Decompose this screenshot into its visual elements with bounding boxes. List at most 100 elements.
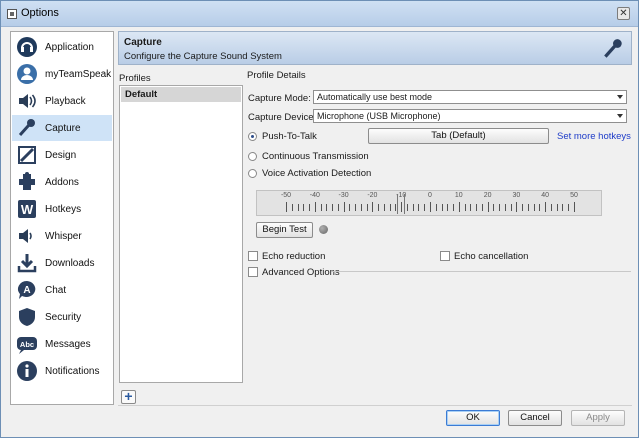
section-title: Capture <box>124 37 162 48</box>
slider-thumb[interactable] <box>397 194 406 214</box>
slider-tick <box>344 202 345 212</box>
echo-reduction-checkbox[interactable] <box>248 251 258 261</box>
section-header: Capture Configure the Capture Sound Syst… <box>118 31 632 65</box>
slider-tick <box>522 204 523 211</box>
voice-activation-radio[interactable] <box>248 169 257 178</box>
slider-tick-label: 10 <box>454 192 463 199</box>
push-to-talk-radio[interactable] <box>248 132 257 141</box>
slider-tick <box>557 204 558 211</box>
user-icon <box>15 62 39 86</box>
profiles-label: Profiles <box>119 73 151 84</box>
options-window: Options ✕ Application myTeamSpeak Playba… <box>0 0 639 438</box>
sidebar-item-hotkeys[interactable]: W Hotkeys <box>12 196 112 222</box>
set-more-hotkeys-link[interactable]: Set more hotkeys <box>557 131 631 142</box>
apply-button[interactable]: Apply <box>571 410 625 426</box>
slider-tick <box>516 202 517 212</box>
sidebar-item-label: myTeamSpeak <box>45 68 112 80</box>
window-title: Options <box>21 7 59 19</box>
slider-tick <box>453 204 454 211</box>
sidebar-item-security[interactable]: Security <box>12 304 112 330</box>
slider-tick <box>338 204 339 211</box>
sidebar-item-playback[interactable]: Playback <box>12 88 112 114</box>
slider-tick <box>286 202 287 212</box>
slider-tick <box>534 204 535 211</box>
test-status-indicator <box>319 225 328 234</box>
headset-icon <box>15 35 39 59</box>
continuous-transmission-label: Continuous Transmission <box>262 151 369 162</box>
echo-reduction-label: Echo reduction <box>262 251 326 262</box>
slider-tick-label: 50 <box>570 192 578 199</box>
design-icon <box>15 143 39 167</box>
sidebar: Application myTeamSpeak Playback Capture… <box>10 31 114 405</box>
capture-mode-label: Capture Mode: <box>248 93 311 104</box>
capture-device-select[interactable]: Microphone (USB Microphone) <box>313 109 627 123</box>
slider-tick <box>459 202 460 212</box>
slider-tick <box>367 204 368 211</box>
slider-tick <box>488 202 489 212</box>
slider-tick <box>390 204 391 211</box>
sidebar-item-label: Notifications <box>45 365 100 377</box>
sidebar-item-myteamspeak[interactable]: myTeamSpeak <box>12 61 112 87</box>
title-bar[interactable]: Options ✕ <box>1 1 638 27</box>
continuous-transmission-radio[interactable] <box>248 152 257 161</box>
slider-tick <box>378 204 379 211</box>
advanced-options-label: Advanced Options <box>262 267 340 278</box>
slider-tick <box>395 204 396 211</box>
push-to-talk-label: Push-To-Talk <box>262 131 317 142</box>
slider-tick <box>476 204 477 211</box>
sidebar-item-label: Playback <box>45 95 86 107</box>
chat-icon: A <box>15 278 39 302</box>
slider-tick <box>384 204 385 211</box>
hotkey-button[interactable]: Tab (Default) <box>368 128 549 144</box>
puzzle-icon <box>15 170 39 194</box>
ok-button[interactable]: OK <box>446 410 500 426</box>
slider-tick <box>430 202 431 212</box>
slider-tick-label: -20 <box>367 192 378 199</box>
sidebar-item-notifications[interactable]: Notifications <box>12 358 112 384</box>
chevron-down-icon <box>617 114 623 118</box>
slider-tick-label: 30 <box>512 192 521 199</box>
sidebar-item-application[interactable]: Application <box>12 34 112 60</box>
slider-tick <box>361 204 362 211</box>
voice-activation-slider[interactable]: -50 -40 -30 -20 -10 0 10 20 30 40 50 <box>256 190 602 216</box>
echo-cancellation-checkbox[interactable] <box>440 251 450 261</box>
svg-text:A: A <box>23 285 30 296</box>
sidebar-item-label: Hotkeys <box>45 203 82 215</box>
capture-mode-value: Automatically use best mode <box>317 92 433 102</box>
sidebar-item-label: Whisper <box>45 230 82 242</box>
slider-tick <box>539 204 540 211</box>
sidebar-item-label: Capture <box>45 122 81 134</box>
speaker-icon <box>15 89 39 113</box>
sidebar-item-downloads[interactable]: Downloads <box>12 250 112 276</box>
slider-tick <box>511 204 512 211</box>
slider-tick <box>442 204 443 211</box>
echo-cancellation-label: Echo cancellation <box>454 251 529 262</box>
slider-tick <box>574 202 575 212</box>
sidebar-item-capture[interactable]: Capture <box>12 115 112 141</box>
sidebar-item-label: Downloads <box>45 257 95 269</box>
sidebar-item-design[interactable]: Design <box>12 142 112 168</box>
slider-tick <box>355 204 356 211</box>
slider-tick <box>470 204 471 211</box>
shield-icon <box>15 305 39 329</box>
profiles-list[interactable]: Default <box>119 85 243 383</box>
capture-device-label: Capture Device: <box>248 112 317 123</box>
profile-item-default[interactable]: Default <box>121 87 241 102</box>
begin-test-button[interactable]: Begin Test <box>256 222 313 238</box>
capture-mode-select[interactable]: Automatically use best mode <box>313 90 627 104</box>
slider-tick <box>568 204 569 211</box>
sidebar-item-chat[interactable]: A Chat <box>12 277 112 303</box>
sidebar-item-label: Addons <box>45 176 79 188</box>
add-profile-button[interactable]: + <box>121 389 136 404</box>
slider-tick <box>436 204 437 211</box>
sidebar-item-whisper[interactable]: Whisper <box>12 223 112 249</box>
sidebar-item-messages[interactable]: Abc Messages <box>12 331 112 357</box>
slider-tick <box>413 204 414 211</box>
sidebar-item-addons[interactable]: Addons <box>12 169 112 195</box>
sidebar-item-label: Design <box>45 149 77 161</box>
advanced-options-checkbox[interactable] <box>248 267 258 277</box>
slider-tick <box>493 204 494 211</box>
close-button[interactable]: ✕ <box>617 7 630 20</box>
svg-text:W: W <box>21 202 34 217</box>
cancel-button[interactable]: Cancel <box>508 410 562 426</box>
